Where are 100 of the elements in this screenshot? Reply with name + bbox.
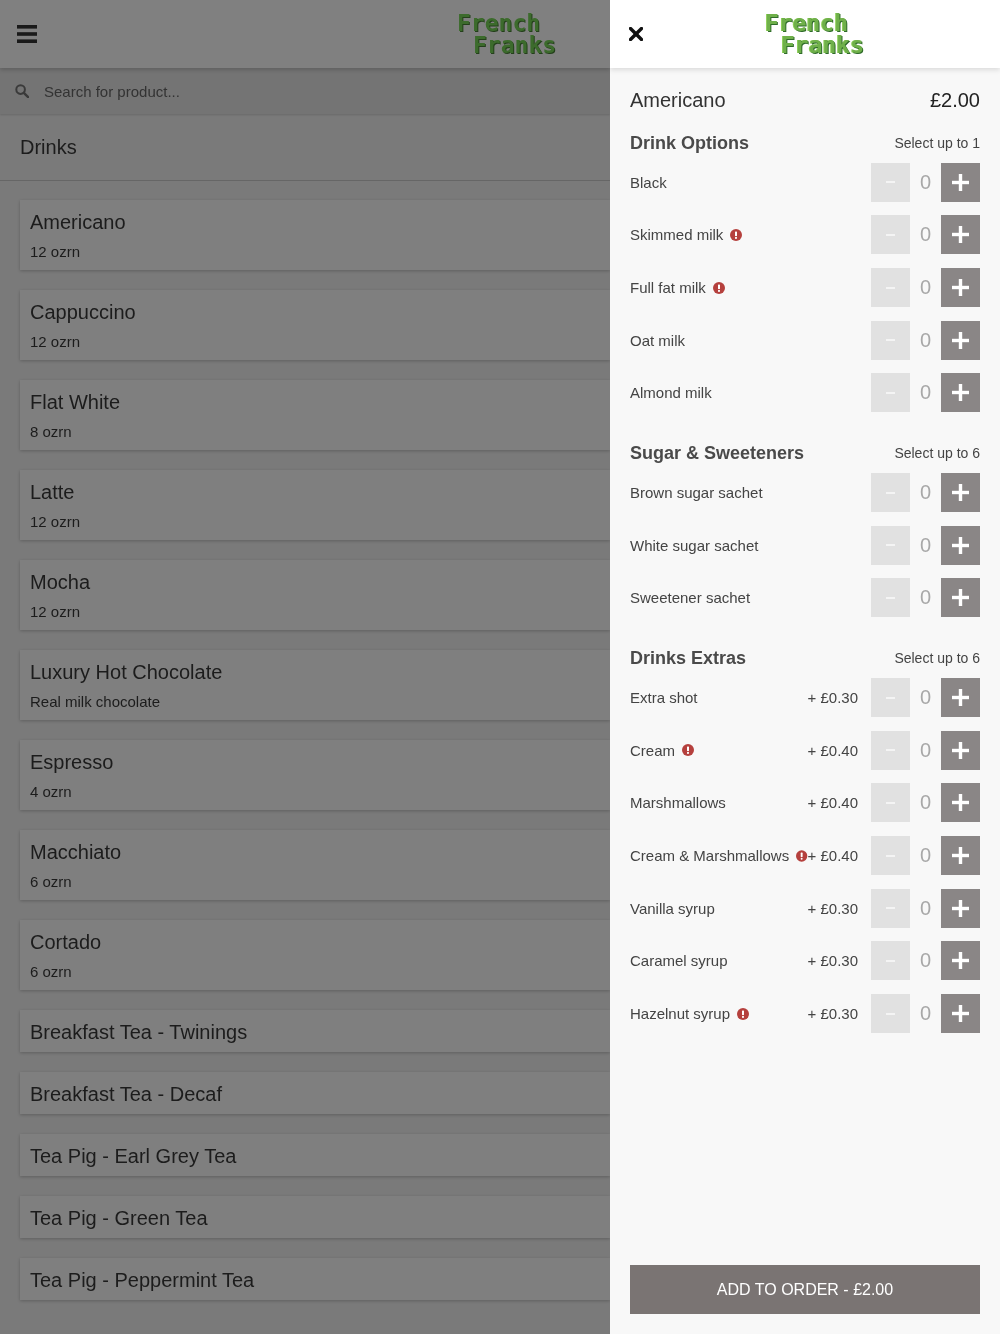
plus-button[interactable]: [941, 578, 980, 618]
option-price: + £0.40: [807, 794, 858, 812]
plus-icon: [952, 226, 969, 244]
product-name: Espresso: [30, 750, 114, 774]
menu-icon: [17, 25, 37, 43]
quantity-value: 0: [918, 533, 933, 557]
quantity-value: 0: [918, 844, 933, 868]
option-name: Hazelnut syrup: [630, 1005, 731, 1022]
product-name: Breakfast Tea - Twinings: [30, 1020, 248, 1044]
plus-icon: [952, 589, 969, 607]
search-icon: [15, 84, 29, 98]
plus-icon: [952, 331, 969, 349]
plus-button[interactable]: [941, 678, 980, 718]
selection-limit: Select up to 1: [894, 135, 980, 151]
plus-button[interactable]: [941, 215, 980, 255]
option-name: Almond milk: [630, 384, 712, 402]
plus-button[interactable]: [941, 320, 980, 360]
product-title: Americano: [630, 88, 726, 112]
product-name: Luxury Hot Chocolate: [30, 660, 223, 684]
product-card[interactable]: Cortado 6 ozrn: [20, 920, 610, 990]
product-detail: 12 ozrn: [30, 332, 81, 352]
plus-button[interactable]: [941, 888, 980, 928]
product-card[interactable]: Tea Pig - Green Tea: [20, 1196, 610, 1238]
product-card[interactable]: Tea Pig - Peppermint Tea: [20, 1258, 610, 1300]
option-name: Marshmallows: [630, 794, 726, 812]
product-detail: 12 ozrn: [30, 242, 81, 262]
plus-button[interactable]: [941, 941, 980, 981]
product-name: Mocha: [30, 570, 91, 594]
quantity-value: 0: [918, 328, 933, 352]
option-name: Cream: [630, 741, 675, 759]
menu-button[interactable]: [17, 25, 37, 43]
quantity-value: 0: [918, 223, 933, 247]
plus-icon: [952, 384, 969, 402]
option-price: + £0.40: [807, 847, 858, 865]
plus-button[interactable]: [941, 994, 980, 1033]
plus-icon: [952, 1005, 969, 1022]
option-price: + £0.30: [807, 899, 858, 917]
product-name: Flat White: [30, 390, 121, 414]
quantity-value: 0: [918, 481, 933, 505]
product-price: £2.00: [929, 88, 980, 112]
plus-icon: [952, 899, 969, 917]
option-name: Sweetener sachet: [630, 589, 751, 607]
product-name: Cappuccino: [30, 300, 136, 324]
option-name: Black: [630, 173, 667, 191]
plus-button[interactable]: [941, 783, 980, 823]
option-name: Skimmed milk: [630, 226, 724, 244]
search-field[interactable]: Search for product...: [44, 82, 344, 100]
option-price: + £0.40: [807, 741, 858, 759]
product-detail: 6 ozrn: [30, 872, 72, 892]
group-title: Sugar & Sweeteners: [630, 442, 805, 464]
product-detail: Real milk chocolate: [30, 692, 161, 712]
option-name: Cream & Marshmallows: [630, 847, 790, 865]
product-card[interactable]: Mocha 12 ozrn: [20, 560, 610, 630]
plus-button[interactable]: [941, 162, 980, 202]
add-to-order-button[interactable]: ADD TO ORDER - £2.00: [630, 1265, 980, 1314]
plus-icon: [952, 484, 969, 502]
quantity-value: 0: [918, 738, 933, 762]
plus-button[interactable]: [941, 268, 980, 308]
plus-button[interactable]: [941, 473, 980, 513]
plus-icon: [952, 741, 969, 759]
logo: French Franks: [457, 12, 557, 56]
product-detail: 6 ozrn: [30, 962, 72, 982]
quantity-value: 0: [918, 791, 933, 815]
product-card[interactable]: Americano 12 ozrn: [20, 200, 610, 270]
product-name: Tea Pig - Peppermint Tea: [30, 1268, 255, 1292]
product-card[interactable]: Cappuccino 12 ozrn: [20, 290, 610, 360]
category-title: Drinks: [0, 114, 610, 181]
option-name: Brown sugar sachet: [630, 484, 763, 502]
product-detail: 8 ozrn: [30, 422, 72, 442]
product-card[interactable]: Macchiato 6 ozrn: [20, 830, 610, 900]
plus-button[interactable]: [941, 373, 980, 413]
plus-button[interactable]: [941, 525, 980, 565]
option-name: Vanilla syrup: [630, 899, 715, 917]
quantity-value: 0: [918, 276, 933, 300]
plus-icon: [952, 279, 969, 297]
product-card[interactable]: Espresso 4 ozrn: [20, 740, 610, 810]
quantity-value: 0: [918, 586, 933, 610]
group-title: Drink Options: [630, 132, 749, 154]
logo: French Franks: [764, 12, 865, 56]
product-card[interactable]: Luxury Hot Chocolate Real milk chocolate: [20, 650, 610, 720]
product-card[interactable]: Breakfast Tea - Twinings: [20, 1010, 610, 1052]
product-card[interactable]: Latte 12 ozrn: [20, 470, 610, 540]
option-price: + £0.30: [807, 952, 858, 970]
product-card[interactable]: Tea Pig - Earl Grey Tea: [20, 1134, 610, 1176]
close-icon: [629, 27, 643, 41]
plus-button[interactable]: [941, 836, 980, 876]
quantity-value: 0: [918, 896, 933, 920]
close-button[interactable]: [629, 27, 643, 41]
product-card[interactable]: Breakfast Tea - Decaf: [20, 1072, 610, 1114]
group-title: Drinks Extras: [630, 647, 747, 669]
option-name: Full fat milk: [630, 279, 706, 297]
quantity-value: 0: [918, 686, 933, 710]
product-detail: 12 ozrn: [30, 602, 81, 622]
product-name: Tea Pig - Green Tea: [30, 1206, 208, 1230]
product-card[interactable]: Flat White 8 ozrn: [20, 380, 610, 450]
option-price: + £0.30: [807, 689, 858, 707]
option-name: Caramel syrup: [630, 952, 728, 970]
selection-limit: Select up to 6: [894, 650, 980, 667]
plus-button[interactable]: [941, 730, 980, 770]
product-name: Breakfast Tea - Decaf: [30, 1082, 222, 1106]
